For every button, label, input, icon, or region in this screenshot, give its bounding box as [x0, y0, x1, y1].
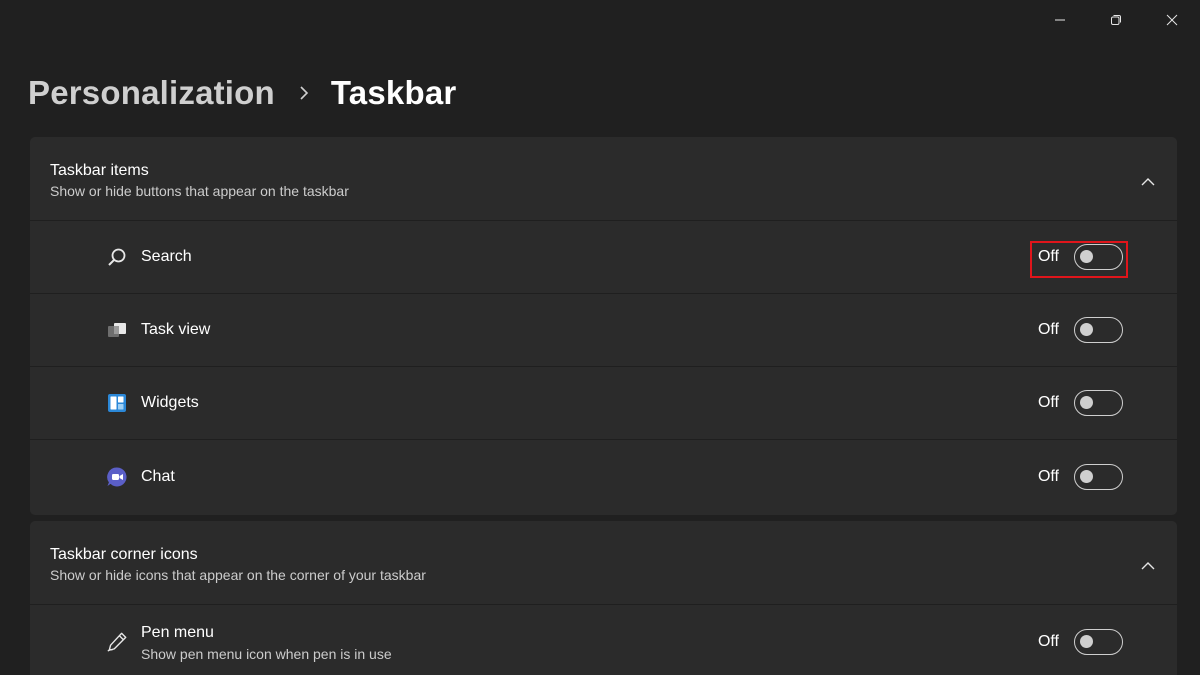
group-title: Taskbar items [50, 162, 149, 179]
group-description: Show or hide icons that appear on the co… [50, 567, 426, 583]
task-view-icon [106, 319, 128, 341]
minimize-icon [1055, 19, 1065, 21]
chevron-up-icon[interactable] [1137, 555, 1159, 577]
toggle-state-text: Off [1037, 632, 1059, 650]
toggle-knob [1080, 323, 1093, 336]
close-button[interactable] [1144, 0, 1200, 40]
restore-button[interactable] [1088, 0, 1144, 40]
chevron-right-icon [300, 86, 309, 100]
group-title: Taskbar corner icons [50, 546, 198, 563]
pen-menu-toggle-control: Off [1037, 628, 1123, 655]
setting-label: Search [141, 248, 192, 265]
toggle-state-text: Off [1037, 467, 1059, 485]
chat-icon [106, 466, 128, 488]
close-icon [1166, 14, 1178, 26]
breadcrumb: Personalization Taskbar [28, 70, 456, 116]
taskbar-items-header[interactable]: Taskbar items Show or hide buttons that … [30, 137, 1177, 221]
settings-window: Personalization Taskbar Taskbar items Sh… [0, 0, 1200, 675]
minimize-button[interactable] [1032, 0, 1088, 40]
chat-toggle-control: Off [1037, 463, 1123, 490]
restore-icon [1111, 15, 1121, 25]
search-toggle[interactable] [1074, 244, 1123, 270]
widgets-icon [106, 392, 128, 414]
task-view-toggle-control: Off [1038, 317, 1123, 343]
toggle-knob [1080, 469, 1093, 483]
toggle-knob [1080, 634, 1093, 648]
setting-row-search: Search Off [30, 221, 1177, 294]
taskbar-items-group: Taskbar items Show or hide buttons that … [30, 137, 1177, 515]
group-description: Show or hide buttons that appear on the … [50, 183, 349, 199]
toggle-knob [1080, 396, 1093, 409]
setting-description: Show pen menu icon when pen is in use [141, 646, 392, 662]
pen-menu-toggle[interactable] [1074, 628, 1123, 655]
toggle-state-text: Off [1037, 248, 1059, 265]
setting-label: Pen menu [141, 624, 214, 641]
toggle-state-text: Off [1037, 394, 1059, 411]
chat-toggle[interactable] [1074, 463, 1123, 490]
setting-row-widgets: Widgets Off [30, 367, 1177, 440]
window-controls [1032, 0, 1200, 40]
toggle-state-text: Off [1037, 321, 1059, 338]
pen-icon [106, 631, 128, 653]
breadcrumb-parent[interactable]: Personalization [28, 74, 275, 112]
setting-row-pen-menu: Pen menu Show pen menu icon when pen is … [30, 605, 1177, 675]
widgets-toggle[interactable] [1074, 390, 1123, 416]
page-title: Taskbar [330, 74, 457, 111]
setting-label: Chat [141, 467, 175, 485]
setting-label-group: Pen menu Show pen menu icon when pen is … [141, 623, 392, 663]
setting-label: Widgets [141, 394, 199, 411]
taskbar-corner-icons-group: Taskbar corner icons Show or hide icons … [30, 521, 1177, 675]
taskbar-corner-icons-header[interactable]: Taskbar corner icons Show or hide icons … [30, 521, 1177, 605]
chevron-up-icon[interactable] [1137, 171, 1159, 193]
search-icon [106, 246, 128, 268]
task-view-toggle[interactable] [1074, 317, 1123, 343]
setting-row-task-view: Task view Off [30, 294, 1177, 367]
toggle-knob [1080, 250, 1093, 263]
search-toggle-control: Off [1038, 244, 1123, 270]
setting-label: Task view [141, 321, 211, 338]
widgets-toggle-control: Off [1038, 390, 1123, 416]
setting-row-chat: Chat Off [30, 440, 1177, 513]
